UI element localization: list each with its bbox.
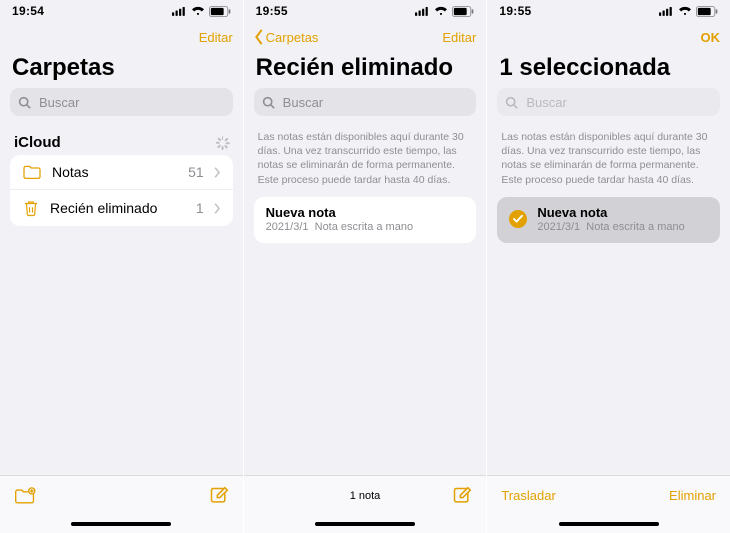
section-header: iCloud [0,124,243,155]
bottom-toolbar: Trasladar Eliminar [487,475,730,515]
folder-list: Notas 51 Recién eliminado 1 [10,155,233,226]
search-icon [18,96,31,109]
folder-row-notas[interactable]: Notas 51 [10,155,233,190]
status-bar: 19:54 [0,0,243,22]
nav-bar: OK [487,22,730,52]
screen-folders: 19:54 Editar Carpetas iCloud N [0,0,244,533]
retention-info-text: Las notas están disponibles aquí durante… [244,124,487,197]
nav-done-button[interactable]: OK [701,30,721,45]
status-icons [172,6,231,17]
status-icons [659,6,718,17]
note-item[interactable]: Nueva nota 2021/3/1 Nota escrita a mano [254,197,477,243]
wifi-icon [678,6,692,16]
search-field[interactable] [254,88,477,116]
nav-back-label: Carpetas [266,30,319,45]
search-input[interactable] [37,94,225,111]
folder-plus-icon [14,487,36,505]
folder-row-recently-deleted[interactable]: Recién eliminado 1 [10,190,233,226]
home-indicator [487,515,730,533]
compose-button[interactable] [179,486,229,506]
battery-icon [696,6,718,17]
battery-icon [209,6,231,17]
status-bar: 19:55 [244,0,487,22]
bottom-toolbar [0,475,243,515]
search-input[interactable] [281,94,469,111]
nav-edit-button[interactable]: Editar [199,30,233,45]
search-field [497,88,720,116]
search-icon [505,96,518,109]
compose-button[interactable] [422,486,472,506]
note-title: Nueva nota [537,205,684,220]
screen-selection-mode: 19:55 OK 1 seleccionada Las notas están … [487,0,730,533]
home-indicator [244,515,487,533]
search-input [524,94,712,111]
page-title: 1 seleccionada [487,52,730,88]
delete-button[interactable]: Eliminar [666,488,716,503]
folder-icon [22,164,42,180]
retention-info-text: Las notas están disponibles aquí durante… [487,124,730,197]
nav-back-button[interactable]: Carpetas [254,29,319,45]
page-title: Carpetas [0,52,243,88]
folder-label: Recién eliminado [50,200,186,216]
note-title: Nueva nota [266,205,465,220]
search-icon [262,96,275,109]
status-time: 19:55 [499,4,531,18]
note-item-selected[interactable]: Nueva nota 2021/3/1 Nota escrita a mano [497,197,720,243]
note-subtitle: 2021/3/1 Nota escrita a mano [537,221,684,233]
wifi-icon [434,6,448,16]
sync-spinner-icon [215,136,229,150]
signal-icon [172,6,187,16]
battery-icon [452,6,474,17]
trash-icon [22,199,40,217]
status-bar: 19:55 [487,0,730,22]
move-button[interactable]: Trasladar [501,488,555,503]
signal-icon [415,6,430,16]
signal-icon [659,6,674,16]
compose-icon [452,486,472,506]
nav-bar: Editar [0,22,243,52]
chevron-right-icon [214,167,221,178]
folder-count: 1 [196,200,204,216]
page-title: Recién eliminado [244,52,487,88]
wifi-icon [191,6,205,16]
home-indicator [0,515,243,533]
folder-count: 51 [188,164,204,180]
screen-recently-deleted: 19:55 Carpetas Editar Recién eliminado L… [244,0,488,533]
toolbar-center-label: 1 nota [308,490,423,502]
chevron-right-icon [214,203,221,214]
folder-label: Notas [52,164,178,180]
status-icons [415,6,474,17]
new-folder-button[interactable] [14,487,64,505]
nav-bar: Carpetas Editar [244,22,487,52]
compose-icon [209,486,229,506]
note-subtitle: 2021/3/1 Nota escrita a mano [266,221,465,233]
search-field[interactable] [10,88,233,116]
chevron-left-icon [254,29,264,45]
section-title: iCloud [14,134,61,151]
status-time: 19:54 [12,4,44,18]
nav-edit-button[interactable]: Editar [442,30,476,45]
bottom-toolbar: 1 nota [244,475,487,515]
status-time: 19:55 [256,4,288,18]
selection-check-icon[interactable] [509,210,527,228]
